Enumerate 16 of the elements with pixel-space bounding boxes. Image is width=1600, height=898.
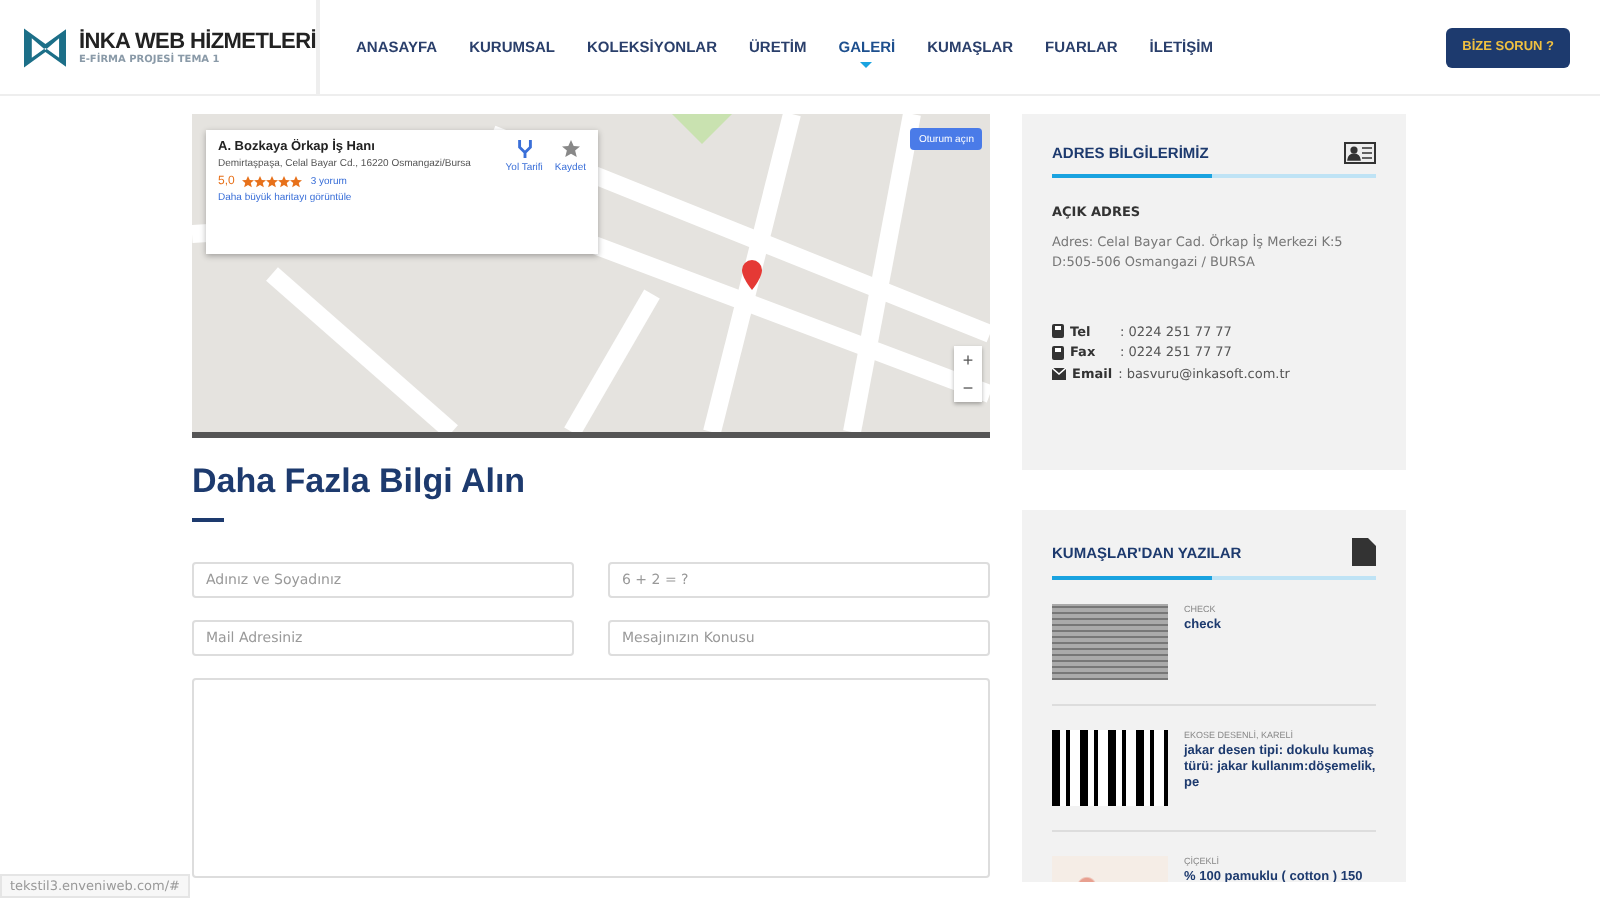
map-pin-icon bbox=[742, 260, 762, 290]
mail-icon bbox=[1052, 367, 1066, 380]
fabric-thumbnail[interactable] bbox=[1052, 730, 1168, 806]
phone-icon bbox=[1052, 324, 1064, 339]
zoom-out-button[interactable]: − bbox=[954, 374, 982, 402]
zoom-in-button[interactable]: + bbox=[954, 346, 982, 374]
logo-icon bbox=[24, 27, 67, 67]
fork-arrow-icon bbox=[515, 140, 534, 158]
message-field[interactable] bbox=[192, 678, 990, 878]
form-title: Daha Fazla Bilgi Alın bbox=[192, 462, 528, 502]
logo-title: İNKA WEB HİZMETLERİ bbox=[78, 29, 316, 53]
contact-card-icon bbox=[1344, 142, 1376, 164]
document-icon bbox=[1352, 538, 1376, 566]
fabric-thumbnail[interactable] bbox=[1052, 604, 1168, 680]
phone-icon bbox=[1052, 345, 1064, 360]
star-icon bbox=[561, 140, 580, 158]
